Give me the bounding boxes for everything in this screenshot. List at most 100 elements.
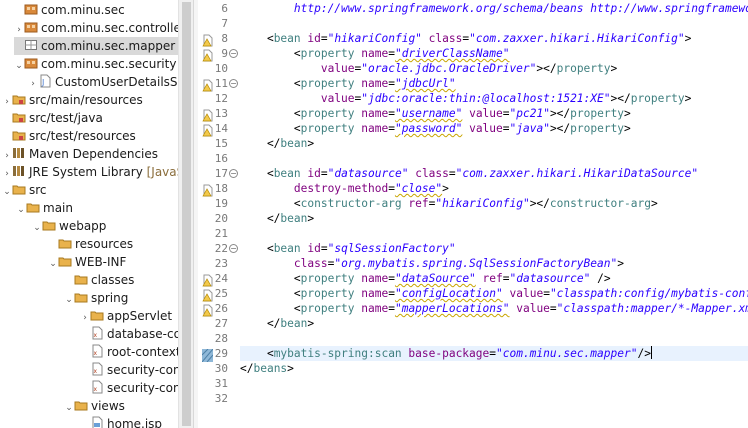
tree-item[interactable]: ⌄ main xyxy=(16,199,178,217)
explorer-scrollbar[interactable] xyxy=(178,0,194,428)
source-folder-icon xyxy=(12,110,26,124)
scrollbar-thumb[interactable] xyxy=(182,2,191,426)
expand-arrow-icon[interactable]: ⌄ xyxy=(48,255,58,273)
code-text[interactable]: <bean id="sqlSessionFactory" xyxy=(240,241,456,256)
tree-item[interactable]: ⌄ src xyxy=(2,181,178,199)
code-line[interactable]: 7 xyxy=(198,16,748,31)
code-line[interactable]: 14 <property name="password" value="java… xyxy=(198,121,748,137)
tree-item[interactable]: x root-context xyxy=(80,343,178,361)
code-line[interactable]: 24 <property name="dataSource" ref="data… xyxy=(198,271,748,287)
tree-item[interactable]: ›JRE System Library [JavaSE- xyxy=(2,163,178,181)
tree-item[interactable]: home.jsp xyxy=(80,415,178,428)
expand-arrow-icon[interactable]: ⌄ xyxy=(16,201,26,219)
code-punctuation xyxy=(240,182,294,195)
code-line[interactable]: 25 <property name="configLocation" value… xyxy=(198,286,748,302)
code-text[interactable]: value="oracle.jdbc.OracleDriver"></prope… xyxy=(240,61,617,76)
code-text[interactable]: </bean> xyxy=(240,136,314,151)
tree-item[interactable]: x security-con xyxy=(80,379,178,397)
tree-item[interactable]: ⌄ webapp xyxy=(32,217,178,235)
code-punctuation: ></ xyxy=(549,122,571,135)
code-text[interactable]: destroy-method="close"> xyxy=(240,181,449,196)
tree-item[interactable]: src/test/resources xyxy=(2,127,178,145)
expand-arrow-icon[interactable]: ⌄ xyxy=(32,219,42,237)
code-text[interactable]: <mybatis-spring:scan base-package="com.m… xyxy=(240,346,748,361)
code-line[interactable]: 19 <constructor-arg ref="hikariConfig"><… xyxy=(198,196,748,211)
expand-arrow-icon[interactable]: ⌄ xyxy=(64,399,74,417)
xml-tag: property xyxy=(300,107,355,120)
code-text[interactable]: <constructor-arg ref="hikariConfig"></co… xyxy=(240,196,658,211)
code-text[interactable]: value="jdbc:oracle:thin:@localhost:1521:… xyxy=(240,91,692,106)
code-text[interactable]: <bean id="hikariConfig" class="com.zaxxe… xyxy=(240,31,691,46)
tree-item[interactable]: › com.minu.sec.controller xyxy=(14,19,178,37)
code-line[interactable]: 10 value="oracle.jdbc.OracleDriver"></pr… xyxy=(198,61,748,76)
tree-item[interactable]: resources xyxy=(48,235,178,253)
code-text[interactable]: <property name="dataSource" ref="datasou… xyxy=(240,271,611,286)
tree-item[interactable]: ⌄ views xyxy=(64,397,178,415)
code-text[interactable]: </beans> xyxy=(240,361,294,376)
xml-value: "com.zaxxer.hikari.HikariConfig" xyxy=(469,32,685,45)
tree-item[interactable]: › appServlet xyxy=(80,307,178,325)
code-text[interactable]: <property name="configLocation" value="c… xyxy=(240,286,748,301)
tree-item[interactable]: ⌄ com.minu.sec.security xyxy=(14,55,178,73)
code-text[interactable]: http://www.springframework.org/schema/be… xyxy=(240,1,748,16)
code-line[interactable]: 23 class="org.mybatis.spring.SqlSessionF… xyxy=(198,256,748,271)
code-editor[interactable]: 6 http://www.springframework.org/schema/… xyxy=(198,0,748,428)
code-text[interactable]: </bean> xyxy=(240,211,314,226)
expand-arrow-icon[interactable]: ⌄ xyxy=(14,57,24,75)
code-line[interactable]: 11− <property name="jdbcUrl" xyxy=(198,76,748,92)
code-line[interactable]: 31 xyxy=(198,376,748,391)
code-line[interactable]: 30 </beans> xyxy=(198,361,748,376)
code-text[interactable]: <property name="jdbcUrl" xyxy=(240,76,456,91)
code-text[interactable]: class="org.mybatis.spring.SqlSessionFact… xyxy=(240,256,624,271)
code-line[interactable]: 16 xyxy=(198,151,748,166)
fold-toggle-icon[interactable]: − xyxy=(229,79,238,88)
fold-toggle-icon[interactable]: − xyxy=(229,244,238,253)
code-punctuation: /> xyxy=(637,347,651,360)
code-line[interactable]: 17− <bean id="datasource" class="com.zax… xyxy=(198,166,748,181)
fold-toggle-icon[interactable]: − xyxy=(229,169,238,178)
code-text[interactable]: <property name="mapperLocations" value="… xyxy=(240,301,748,316)
code-line[interactable]: 20 </bean> xyxy=(198,211,748,226)
xml-attribute: value xyxy=(469,107,503,120)
expand-arrow-icon[interactable]: ⌄ xyxy=(64,291,74,309)
expand-arrow-icon[interactable]: ⌄ xyxy=(2,183,12,201)
code-line[interactable]: 21 xyxy=(198,226,748,241)
tree-item[interactable]: ⌄ WEB-INF xyxy=(48,253,178,271)
tree-item[interactable]: src/test/java xyxy=(2,109,178,127)
xml-tag: constructor-arg xyxy=(549,197,651,210)
code-text[interactable]: </bean> xyxy=(240,316,314,331)
code-line[interactable]: 6 http://www.springframework.org/schema/… xyxy=(198,1,748,16)
tree-item[interactable]: x security-con xyxy=(80,361,178,379)
code-line[interactable]: 15 </bean> xyxy=(198,136,748,151)
code-line[interactable]: 22− <bean id="sqlSessionFactory" xyxy=(198,241,748,256)
tree-item[interactable]: ⌄ spring xyxy=(64,289,178,307)
code-line[interactable]: 29 <mybatis-spring:scan base-package="co… xyxy=(198,346,748,363)
tree-item[interactable]: x database-co xyxy=(80,325,178,343)
code-line[interactable]: 26 <property name="mapperLocations" valu… xyxy=(198,301,748,317)
code-line[interactable]: 13 <property name="username" value="pc21… xyxy=(198,106,748,122)
line-number: 14 xyxy=(214,122,228,135)
tree-item[interactable]: › J CustomUserDetailsSe xyxy=(28,73,178,91)
code-punctuation: = xyxy=(388,272,395,285)
code-line[interactable]: 27 </bean> xyxy=(198,316,748,331)
tree-item[interactable]: com.minu.sec xyxy=(14,1,178,19)
code-line[interactable]: 28 xyxy=(198,331,748,346)
fold-toggle-icon[interactable]: − xyxy=(229,49,238,58)
code-text[interactable]: <bean id="datasource" class="com.zaxxer.… xyxy=(240,166,698,181)
code-text[interactable]: <property name="username" value="pc21"><… xyxy=(240,106,631,121)
code-line[interactable]: 12 value="jdbc:oracle:thin:@localhost:15… xyxy=(198,91,748,106)
tree-item[interactable]: › src/main/resources xyxy=(2,91,178,109)
empty-package-icon xyxy=(24,38,38,52)
code-line[interactable]: 8 <bean id="hikariConfig" class="com.zax… xyxy=(198,31,748,47)
code-text[interactable]: <property name="driverClassName" xyxy=(240,46,510,61)
tree-item[interactable]: classes xyxy=(64,271,178,289)
line-number: 12 xyxy=(214,92,228,105)
code-punctuation: > xyxy=(442,182,449,195)
code-line[interactable]: 18 destroy-method="close"> xyxy=(198,181,748,197)
code-punctuation: = xyxy=(388,122,395,135)
code-text[interactable]: <property name="password" value="java"><… xyxy=(240,121,631,136)
code-line[interactable]: 32 xyxy=(198,391,748,406)
tree-item[interactable]: com.minu.sec.mapper xyxy=(14,37,178,55)
code-line[interactable]: 9− <property name="driverClassName" xyxy=(198,46,748,62)
tree-item[interactable]: › Maven Dependencies xyxy=(2,145,178,163)
